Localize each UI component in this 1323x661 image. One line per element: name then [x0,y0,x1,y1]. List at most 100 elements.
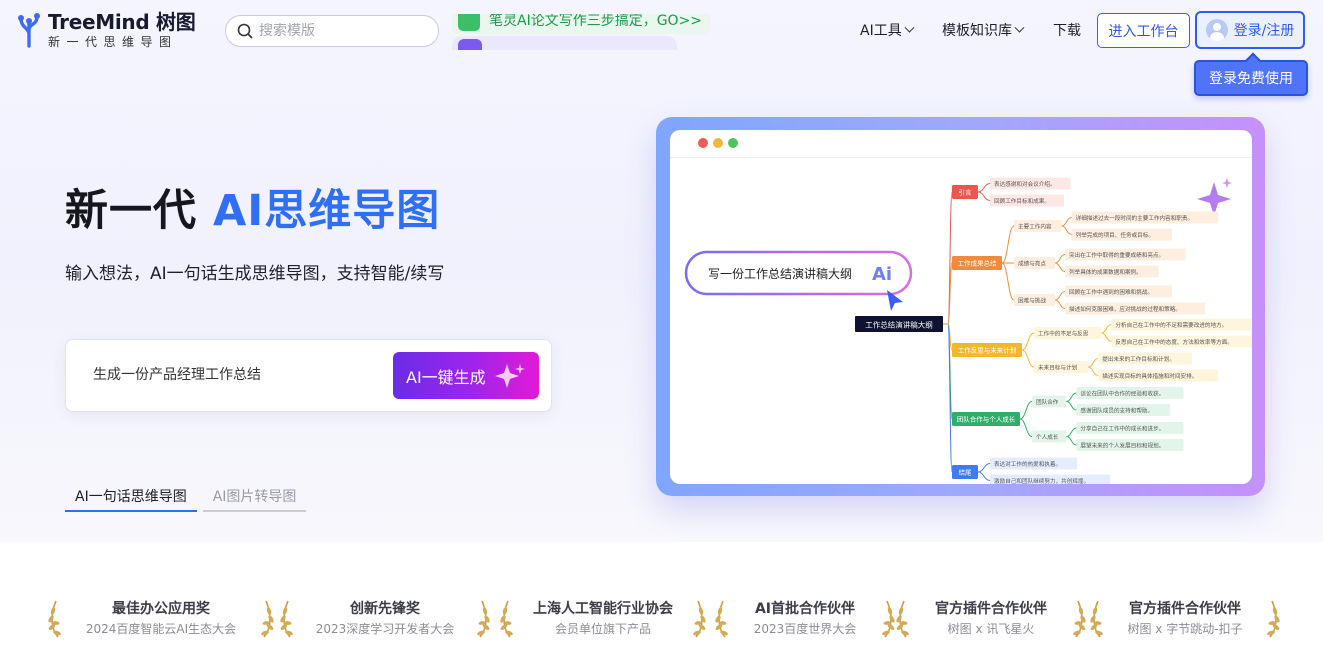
mindmap-leaf-label: 表达对工作的热爱和执着。 [994,460,1061,468]
award-title: 创新先锋奖 [350,601,420,617]
search-input[interactable] [259,23,429,39]
mindmap-connector [1054,299,1066,309]
laurel-icon [715,600,728,638]
award-title: 上海人工智能行业协会 [533,601,673,617]
enter-workspace-button[interactable]: 进入工作台 [1097,13,1190,48]
nav-download[interactable]: 下载 [1053,20,1081,40]
award-title: 最佳办公应用奖 [112,601,210,617]
mindmap-connector [1054,291,1066,301]
mindmap-connector [1088,366,1099,376]
mindmap-leaf-label: 描述如何克服困难，应对挑战的过程和策略。 [1069,305,1181,313]
mindmap-connector [947,323,953,473]
laurel-icon [1073,600,1086,638]
mindmap-connector [1021,349,1035,368]
mindmap-connector [1061,217,1072,227]
mindmap-leaf-label: 回顾工作目标和成果。 [994,197,1050,205]
laurel-icon [896,600,909,638]
award-subtitle: 会员单位旗下产品 [554,622,651,636]
award-item: 最佳办公应用奖 2024百度智能云AI生态大会 [47,594,275,642]
nav-template-library[interactable]: 模板知识库 [942,20,1025,40]
mindmap-branch-label: 工作成果总结 [958,259,998,268]
award-subtitle: 2023百度世界大会 [753,622,857,636]
award-subtitle: 2024百度智能云AI生态大会 [85,622,237,636]
site-logo[interactable]: TreeMind 树图 新一代思维导图 [16,10,196,49]
mindmap-connector [1101,324,1112,334]
mindmap-connector [977,471,991,481]
mindmap-leaf-label: 分析自己在工作中的不足和需要改进的地方。 [1115,321,1227,329]
mindmap-leaf-label: 分享自己在工作中的成长和进步。 [1080,425,1164,433]
mindmap-leaf-label: 谈论在团队中合作的经验和收获。 [1080,390,1164,398]
promo-banner-secondary[interactable] [452,36,677,50]
search-icon [237,23,253,39]
sparkle-icon [1197,182,1231,216]
mindmap-connector [1019,401,1033,420]
prompt-text: 写一份工作总结演讲稿大纲 [708,266,852,281]
login-free-tooltip[interactable]: 登录免费使用 [1194,60,1308,96]
tab-ai-image-to-mindmap[interactable]: AI图片转导图 [202,482,307,512]
promo-text: 笔灵AI论文写作三步搞定，GO>> [489,13,703,29]
promo-icon [458,39,482,50]
laurel-icon [48,600,61,638]
generate-label: AI一键生成 [406,367,486,387]
mindmap-connector [977,463,991,473]
award-item: 创新先锋奖 2023深度学习开发者大会 [279,594,491,642]
nav-label: 下载 [1053,23,1081,39]
mindmap-preview-window: 写一份工作总结演讲稿大纲 Ai 工作总结演讲稿大纲 引言 表达感谢和对会议介绍。 回顾工作… [670,130,1252,484]
mindmap-connector [1066,427,1077,437]
award-subtitle: 树图 x 字节跳动-扣子 [1127,622,1243,636]
award-title: 官方插件合作伙伴 [1129,601,1241,617]
mindmap-connector [1061,225,1072,235]
mindmap-leaf-label: 表达感谢和对会议介绍。 [994,180,1056,188]
mindmap-connector [1001,262,1015,301]
user-avatar-icon [1205,19,1228,41]
mindmap-connector [1066,401,1077,411]
sparkle-icon [495,364,525,388]
ai-generate-button[interactable]: AI一键生成 [393,352,539,399]
award-title: 官方插件合作伙伴 [935,601,1047,617]
laurel-icon [500,600,513,638]
mindmap-connector [1054,262,1066,272]
login-label: 登录/注册 [1233,23,1295,39]
mindmap-leaf-label: 列举完成的项目、任务或目标。 [1076,231,1154,239]
search-box[interactable] [225,15,439,47]
laurel-icon [477,600,490,638]
tab-ai-sentence-mindmap[interactable]: AI一句话思维导图 [65,482,197,512]
mindmap-connector [1019,418,1033,437]
ai-generate-box: AI一键生成 [65,339,552,412]
award-item: AI首批合作伙伴 2023百度世界大会 [714,594,896,642]
mindmap-connector [1054,254,1066,264]
mindmap-leaf-label: 列举具体的成果数据和案例。 [1069,268,1142,276]
hero-subtitle: 输入想法，AI一句话生成思维导图，支持智能/续写 [65,264,445,284]
mindmap-sub-label: 工作中的不足与反思 [1038,330,1089,338]
chevron-down-icon [904,22,915,33]
award-item: 上海人工智能行业协会 会员单位旗下产品 [499,594,707,642]
top-navigation-bar: TreeMind 树图 新一代思维导图 笔灵AI论文写作三步搞定，GO>> AI… [0,0,1323,96]
laurel-icon [261,600,274,638]
mindmap-connector [1066,436,1077,446]
mindmap-sub-label: 困难与挑战 [1018,297,1046,305]
mindmap-leaf-label: 感谢团队成员的支持和帮助。 [1080,407,1153,415]
mindmap-connector [977,191,991,201]
logo-tagline: 新一代思维导图 [48,35,178,49]
laurel-icon [882,600,895,638]
mindmap-leaf-label: 突出在工作中取得的重要成绩和亮点。 [1069,251,1164,259]
mindmap-preview-frame: 写一份工作总结演讲稿大纲 Ai 工作总结演讲稿大纲 引言 表达感谢和对会议介绍。 回顾工作… [656,117,1265,496]
mindmap-connector [1101,332,1112,342]
mindmap-leaf-label: 回顾在工作中遇到的困难和挑战。 [1069,288,1153,296]
login-register-button[interactable]: 登录/注册 [1195,11,1305,49]
tree-logo-icon [18,13,40,48]
award-item: 官方插件合作伙伴 树图 x 字节跳动-扣子 [1089,594,1281,642]
prompt-input[interactable] [93,366,373,382]
promo-banner-paper[interactable]: 笔灵AI论文写作三步搞定，GO>> [452,13,711,34]
nav-ai-tools[interactable]: AI工具 [860,20,915,40]
laurel-icon [1267,600,1280,638]
award-subtitle: 2023深度学习开发者大会 [315,622,455,636]
mindmap-connector [1066,392,1077,402]
mindmap-branch-label: 引言 [959,188,973,197]
hero-title-accent: AI思维导图 [212,186,441,236]
mindmap-sub-label: 个人成长 [1036,433,1059,441]
hero-title: 新一代 AI思维导图 [65,176,440,238]
laurel-icon [280,600,293,638]
feather-icon [458,14,480,31]
mindmap-branch-label: 团队合作与个人成长 [957,415,1016,424]
